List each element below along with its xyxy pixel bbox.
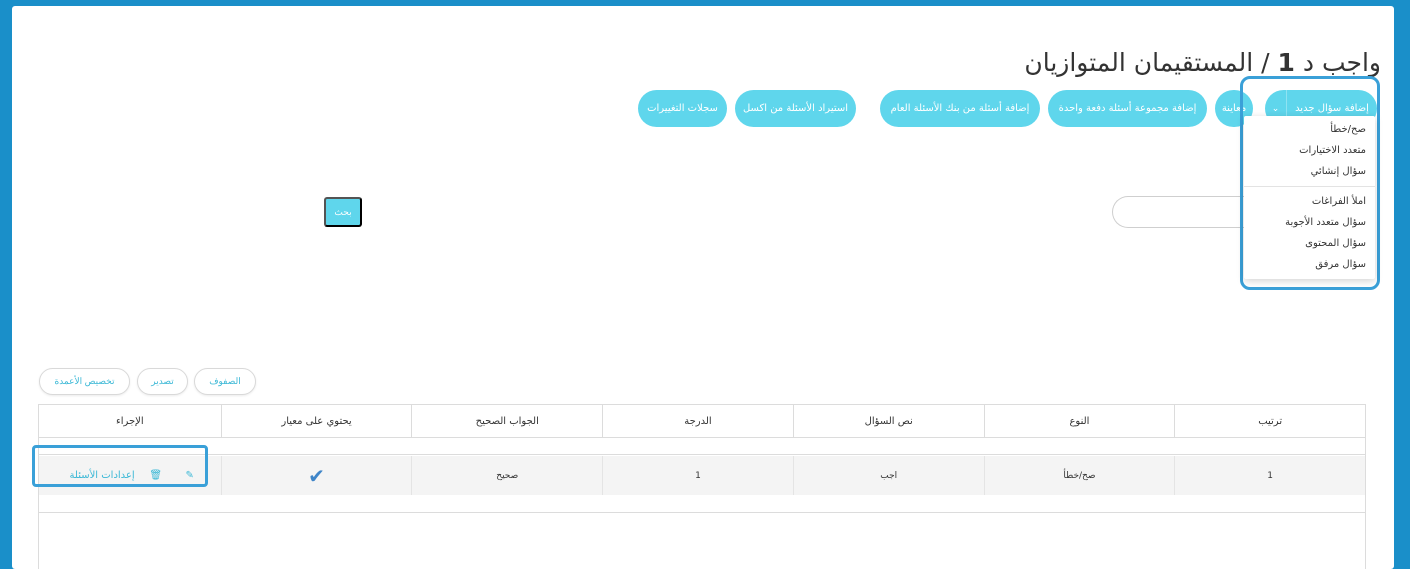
cell-question-text: اجب [792, 456, 984, 495]
search-button[interactable]: بحث [324, 197, 362, 227]
row-divider [39, 512, 1365, 513]
cell-grade: 1 [602, 456, 793, 495]
menu-item-essay[interactable]: سؤال إنشائي [1244, 161, 1375, 182]
add-bulk-questions-button[interactable]: إضافة مجموعة أسئلة دفعة واحدة [1048, 90, 1207, 127]
page-title: واجب د 1 / المستقيمان المتوازيان [1024, 48, 1381, 77]
main-page: واجب د 1 / المستقيمان المتوازيان إضافة س… [12, 6, 1394, 569]
header-question-text[interactable]: نص السؤال [792, 405, 984, 437]
menu-item-true-false[interactable]: صح/خطأ [1244, 119, 1375, 140]
header-correct-answer[interactable]: الجواب الصحيح [411, 405, 602, 437]
cell-order: 1 [1174, 456, 1365, 495]
cell-type: صح/خطأ [983, 456, 1175, 495]
menu-item-fill-blanks[interactable]: املأ الفراغات [1244, 191, 1375, 212]
change-log-button[interactable]: سجلات التغييرات [638, 90, 727, 127]
search-input[interactable] [1112, 196, 1258, 228]
header-order[interactable]: ترتيب [1174, 405, 1365, 437]
export-button[interactable]: تصدير [137, 368, 188, 395]
rows-button[interactable]: الصفوف [194, 368, 256, 395]
customize-columns-button[interactable]: تخصيص الأعمدة [39, 368, 130, 395]
import-from-excel-button[interactable]: استيراد الأسئلة من اكسل [735, 90, 856, 127]
question-type-dropdown: صح/خطأ متعدد الاختيارات سؤال إنشائي املأ… [1244, 116, 1375, 279]
menu-divider [1244, 186, 1375, 187]
menu-item-multiple-choice[interactable]: متعدد الاختيارات [1244, 140, 1375, 161]
actions-highlight-frame [32, 445, 208, 487]
table-row: 1 صح/خطأ اجب 1 صحيح ✔ ✎ 🗑 إعدادات الأسئل… [39, 456, 1365, 495]
header-grade[interactable]: الدرجة [602, 405, 793, 437]
add-from-question-bank-button[interactable]: إضافة أسئلة من بنك الأسئلة العام [880, 90, 1040, 127]
cell-correct-answer: صحيح [411, 456, 602, 495]
checkmark-icon: ✔ [308, 463, 325, 488]
filter-row [39, 438, 1365, 455]
header-type[interactable]: النوع [983, 405, 1175, 437]
menu-item-multiple-answers[interactable]: سؤال متعدد الأجوبة [1244, 212, 1375, 233]
cell-has-rubric: ✔ [220, 456, 412, 495]
menu-item-content-question[interactable]: سؤال المحتوى [1244, 233, 1375, 254]
header-action: الإجراء [116, 415, 144, 427]
header-has-rubric[interactable]: يحتوي على معيار [220, 405, 412, 437]
questions-table: ترتيب النوع نص السؤال الدرجة الجواب الصح… [38, 404, 1366, 569]
table-header: ترتيب النوع نص السؤال الدرجة الجواب الصح… [39, 405, 1365, 438]
menu-item-attachment-question[interactable]: سؤال مرفق [1244, 254, 1375, 275]
